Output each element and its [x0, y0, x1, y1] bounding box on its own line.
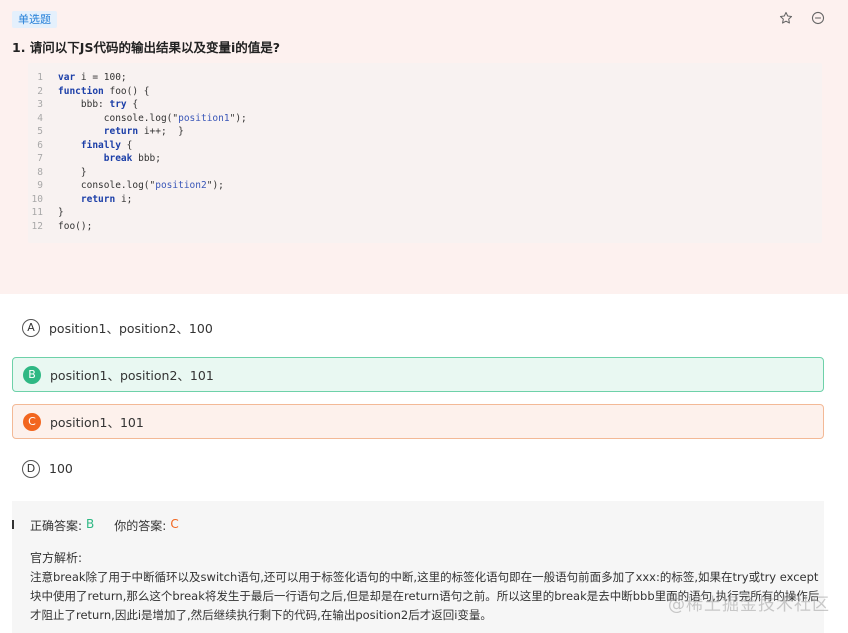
code-line: 9 console.log("position2"); — [28, 179, 822, 193]
option-letter-d: D — [22, 459, 40, 478]
line-number: 9 — [37, 180, 43, 191]
code-text: console.log("position1"); — [58, 112, 247, 124]
watermark: @稀土掘金技术社区 — [668, 595, 830, 615]
line-number: 6 — [37, 139, 43, 151]
line-number: 10 — [31, 193, 43, 205]
code-text: finally { — [80, 139, 133, 151]
correct-answer-label: 正确答案: — [30, 519, 83, 533]
your-answer-value: C — [170, 517, 179, 531]
option-a[interactable]: A position1、position2、100 — [12, 310, 824, 345]
line-number: 5 — [37, 126, 43, 137]
line-number: 1 — [37, 72, 43, 83]
code-text: bbb: try { — [58, 99, 139, 110]
code-text: break bbb; — [103, 153, 161, 164]
code-text: function foo() { — [58, 85, 150, 97]
code-line: 6 finally { — [28, 139, 822, 153]
option-c[interactable]: C position1、101 — [12, 404, 824, 439]
option-text-a: position1、position2、100 — [49, 321, 213, 336]
correct-answer-value: B — [86, 517, 95, 531]
code-line: 4 console.log("position1"); — [28, 112, 822, 126]
question-type-badge: 单选题 — [12, 11, 57, 28]
code-text: return i++; } — [103, 126, 184, 137]
option-text-d: 100 — [49, 461, 73, 476]
your-answer-label: 你的答案: — [114, 519, 167, 533]
code-line: 3 bbb: try { — [28, 98, 822, 112]
line-number: 3 — [37, 99, 43, 110]
code-block: 1 var i = 100; 2 function foo() { 3 bbb: t… — [28, 63, 822, 243]
option-letter-a: A — [22, 318, 40, 337]
code-line: 1 var i = 100; — [28, 71, 822, 85]
code-line: 10 return i; — [28, 193, 822, 207]
code-line: 5 return i++; } — [28, 125, 822, 139]
line-number: 11 — [31, 207, 43, 218]
option-text-c: position1、101 — [50, 415, 144, 430]
option-text-b: position1、position2、101 — [50, 368, 214, 383]
option-d[interactable]: D 100 — [12, 451, 824, 486]
code-text: } — [58, 166, 87, 178]
question-actions — [778, 10, 826, 26]
code-line: 7 break bbb; — [28, 152, 822, 166]
code-text: } — [58, 207, 64, 218]
option-letter-c: C — [23, 412, 41, 431]
line-number: 7 — [37, 153, 43, 164]
line-number: 2 — [37, 85, 43, 97]
code-line: 2 function foo() { — [28, 85, 822, 99]
question-panel: 单选题 1. 请问以下JS代码的输出结果以及变量i的值是? 1 var i = 1… — [0, 0, 848, 294]
answer-marker — [12, 520, 14, 529]
option-b[interactable]: B position1、position2、101 — [12, 357, 824, 392]
line-number: 8 — [37, 166, 43, 178]
code-text: foo(); — [58, 220, 93, 232]
question-title: 1. 请问以下JS代码的输出结果以及变量i的值是? — [12, 40, 280, 55]
code-text: return i; — [80, 193, 133, 205]
line-number: 12 — [31, 220, 43, 232]
code-text: var i = 100; — [58, 72, 127, 83]
option-letter-b: B — [23, 365, 41, 384]
answer-summary: 正确答案: B 你的答案: C — [30, 517, 179, 534]
code-line: 8 } — [28, 166, 822, 180]
code-text: console.log("position2"); — [58, 180, 224, 191]
star-icon[interactable] — [778, 10, 794, 26]
analysis-title: 官方解析: — [30, 551, 83, 565]
code-line: 12 foo(); — [28, 220, 822, 234]
code-line: 11} — [28, 206, 822, 220]
collapse-icon[interactable] — [810, 10, 826, 26]
line-number: 4 — [37, 112, 43, 124]
